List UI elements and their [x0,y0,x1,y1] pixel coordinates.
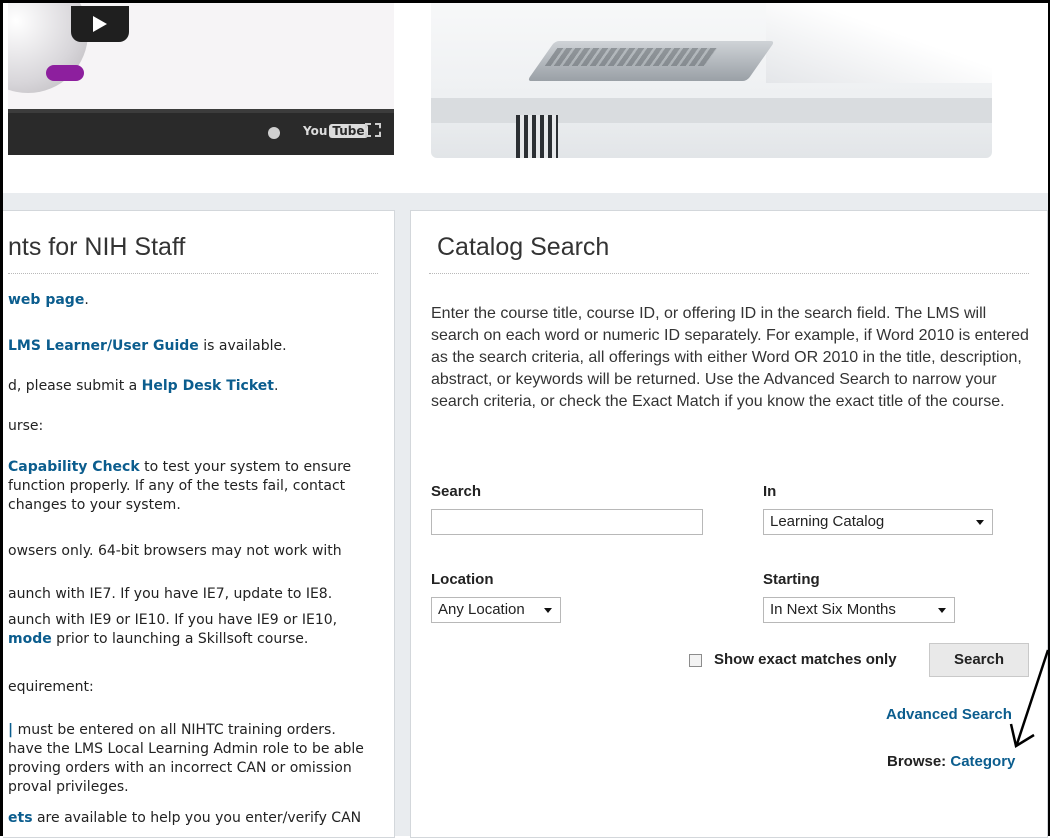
hero-photo [431,3,992,158]
video-player[interactable]: You Tube [8,3,394,155]
help-desk-link[interactable]: Help Desk Ticket [142,378,274,394]
paragraph-worksheets: ets are available to help you you enter/… [8,810,362,826]
catalog-title: Catalog Search [437,233,610,261]
paragraph-browsers: owsers only. 64-bit browsers may not wor… [8,543,342,559]
in-select[interactable]: Learning Catalog [763,509,993,535]
chevron-down-icon [544,608,552,613]
paragraph-user-guide: LMS Learner/User Guide is available. [8,338,287,354]
video-frame [8,3,394,109]
browse-row: Browse: Category [887,753,1016,770]
play-button[interactable] [71,6,129,42]
heading-requirement: equirement: [8,679,94,695]
chevron-down-icon [976,520,984,525]
starting-label: Starting [763,571,820,588]
advanced-search-link[interactable]: Advanced Search [886,706,1012,723]
heading-course: urse: [8,418,44,434]
panel-title: nts for NIH Staff [8,233,186,261]
worksheets-link[interactable]: ets [8,810,33,826]
search-instructions: Enter the course title, course ID, or of… [431,305,1029,410]
location-select[interactable]: Any Location [431,597,561,623]
exact-match-checkbox[interactable] [689,654,702,667]
web-page-link[interactable]: web page [8,292,84,308]
play-icon [93,16,107,32]
announcements-panel: nts for NIH Staff web page. LMS Learner/… [3,210,395,838]
search-input[interactable] [431,509,703,535]
in-label: In [763,483,777,500]
clock-icon[interactable] [268,127,280,139]
paragraph-can: | must be entered on all NIHTC training … [8,722,364,795]
search-label: Search [431,483,482,500]
capability-check-link[interactable]: Capability Check [8,459,140,475]
search-button[interactable]: Search [929,643,1029,677]
fullscreen-icon[interactable] [365,123,381,137]
paragraph-capability: Capability Check to test your system to … [8,459,352,513]
photo-keyboard [544,48,718,66]
mode-link[interactable]: mode [8,631,52,647]
chevron-down-icon [938,608,946,613]
video-controls: You Tube [8,109,394,155]
catalog-search-panel: Catalog Search Enter the course title, c… [410,210,1048,838]
category-link[interactable]: Category [950,753,1015,770]
video-object [46,65,84,81]
user-guide-link[interactable]: LMS Learner/User Guide [8,338,199,354]
photo-stripes [516,115,558,158]
paragraph-help-desk: d, please submit a Help Desk Ticket. [8,378,279,394]
paragraph-web-page: web page. [8,292,89,308]
paragraph-ie9: aunch with IE9 or IE10. If you have IE9 … [8,612,338,647]
exact-match-label[interactable]: Show exact matches only [714,651,897,668]
paragraph-ie7: aunch with IE7. If you have IE7, update … [8,586,333,602]
starting-select[interactable]: In Next Six Months [763,597,955,623]
photo-person [766,3,992,83]
title-divider [429,273,1029,274]
can-link-marker[interactable]: | [8,722,13,738]
youtube-logo[interactable]: You Tube [303,124,368,138]
title-divider [8,273,378,274]
location-label: Location [431,571,494,588]
